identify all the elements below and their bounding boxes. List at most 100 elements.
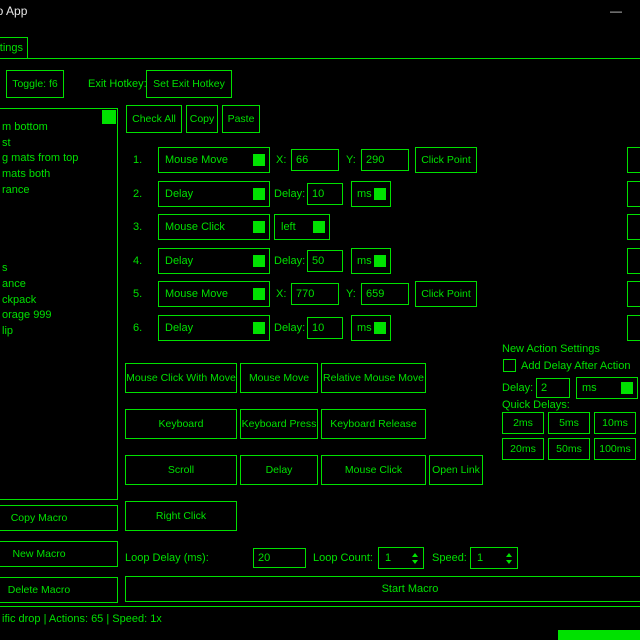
add-right-click-button[interactable]: Right Click	[125, 501, 237, 531]
macro-list-item[interactable]: orage 999	[2, 309, 52, 322]
macro-list-item[interactable]: ckpack	[2, 294, 36, 307]
delay-input[interactable]	[307, 317, 343, 339]
add-keyboard-button[interactable]: Keyboard	[125, 409, 237, 439]
dropdown-arrow-icon	[253, 154, 265, 166]
click-point-button[interactable]: Click Point	[415, 281, 477, 307]
add-keyboard-release-button[interactable]: Keyboard Release	[321, 409, 426, 439]
add-mouse-click-button[interactable]: Mouse Click	[321, 455, 426, 485]
tab-settings[interactable]: Settings	[0, 37, 28, 59]
add-keyboard-press-button[interactable]: Keyboard Press	[240, 409, 318, 439]
macro-list-item[interactable]: mats both	[2, 168, 50, 181]
quick-delay-20ms-button[interactable]: 20ms	[502, 438, 544, 460]
mouse-button-dropdown[interactable]: left	[274, 214, 330, 240]
quick-delays-label: Quick Delays:	[502, 399, 570, 412]
spinner-up-icon[interactable]	[412, 553, 418, 557]
y-input[interactable]	[361, 283, 409, 305]
macro-list-item[interactable]: m bottom	[2, 121, 48, 134]
action-type-dropdown[interactable]: Delay	[158, 315, 270, 341]
x-input[interactable]	[291, 283, 339, 305]
delay-input[interactable]	[307, 183, 343, 205]
scrollbar-thumb[interactable]	[102, 110, 116, 124]
delete-macro-button[interactable]: Delete Macro	[0, 577, 118, 603]
copy-macro-button[interactable]: Copy Macro	[0, 505, 118, 531]
remove-action-button[interactable]: Remove	[627, 181, 640, 207]
remove-action-button[interactable]: Remove	[627, 248, 640, 274]
x-label: X:	[276, 154, 286, 167]
add-delay-button[interactable]: Delay	[240, 455, 318, 485]
new-action-delay-label: Delay:	[502, 382, 533, 395]
spinner-up-icon[interactable]	[506, 553, 512, 557]
remove-action-button[interactable]: Remove	[627, 147, 640, 173]
action-type-dropdown[interactable]: Mouse Click	[158, 214, 270, 240]
action-type-dropdown[interactable]: Delay	[158, 248, 270, 274]
check-all-button[interactable]: Check All	[126, 105, 182, 133]
delay-unit-dropdown[interactable]: ms	[351, 181, 391, 207]
loop-count-label: Loop Count:	[313, 552, 373, 565]
delay-unit-dropdown[interactable]: ms	[351, 248, 391, 274]
macro-list-item[interactable]: s	[2, 262, 8, 275]
macro-list-item[interactable]: lip	[2, 325, 13, 338]
spinner-down-icon[interactable]	[506, 560, 512, 564]
delay-unit-value: ms	[357, 188, 372, 200]
speed-stepper[interactable]: 1	[470, 547, 518, 569]
spinner-arrows[interactable]	[409, 548, 421, 568]
speed-label: Speed:	[432, 552, 467, 565]
x-input[interactable]	[291, 149, 339, 171]
action-type-dropdown[interactable]: Delay	[158, 181, 270, 207]
remove-action-button[interactable]: Remove	[627, 315, 640, 341]
add-mouse-click-with-move-button[interactable]: Mouse Click With Move	[125, 363, 237, 393]
action-type-value: Delay	[165, 188, 193, 200]
new-action-delay-unit-dropdown[interactable]: ms	[576, 377, 638, 399]
macro-list-item[interactable]: ance	[2, 278, 26, 291]
action-type-dropdown[interactable]: Mouse Move	[158, 281, 270, 307]
add-delay-after-action-checkbox[interactable]	[503, 359, 516, 372]
paste-button[interactable]: Paste	[222, 105, 260, 133]
y-input[interactable]	[361, 149, 409, 171]
loop-count-value: 1	[385, 552, 391, 564]
delay-input[interactable]	[307, 250, 343, 272]
quick-delay-10ms-button[interactable]: 10ms	[594, 412, 636, 434]
action-number: 3.	[133, 221, 142, 234]
set-exit-hotkey-button[interactable]: Set Exit Hotkey	[146, 70, 232, 98]
action-number: 5.	[133, 288, 142, 301]
start-macro-button[interactable]: Start Macro	[125, 576, 640, 602]
quick-delay-50ms-button[interactable]: 50ms	[548, 438, 590, 460]
add-scroll-button[interactable]: Scroll	[125, 455, 237, 485]
macro-list-item[interactable]: rance	[2, 184, 30, 197]
dropdown-arrow-icon	[621, 382, 633, 394]
minimize-button[interactable]: —	[598, 0, 634, 22]
x-label: X:	[276, 288, 286, 301]
delay-unit-dropdown[interactable]: ms	[351, 315, 391, 341]
dropdown-arrow-icon	[253, 188, 265, 200]
toggle-hotkey-button[interactable]: Toggle: f6	[6, 70, 64, 98]
quick-delay-2ms-button[interactable]: 2ms	[502, 412, 544, 434]
spinner-down-icon[interactable]	[412, 560, 418, 564]
title-bar: Macro App —	[0, 0, 640, 22]
action-type-dropdown[interactable]: Mouse Move	[158, 147, 270, 173]
speed-value: 1	[477, 552, 483, 564]
add-relative-mouse-move-button[interactable]: Relative Mouse Move	[321, 363, 426, 393]
delay-label: Delay:	[274, 188, 305, 201]
loop-delay-input[interactable]	[253, 548, 306, 568]
macro-list-item[interactable]: g mats from top	[2, 152, 78, 165]
add-mouse-move-button[interactable]: Mouse Move	[240, 363, 318, 393]
macro-list-item[interactable]: st	[2, 137, 11, 150]
copy-button[interactable]: Copy	[186, 105, 218, 133]
remove-action-button[interactable]: Remove	[627, 281, 640, 307]
new-macro-button[interactable]: New Macro	[0, 541, 118, 567]
mouse-button-value: left	[281, 221, 296, 233]
status-bar-divider	[0, 606, 640, 607]
add-open-link-button[interactable]: Open Link	[429, 455, 483, 485]
action-number: 2.	[133, 188, 142, 201]
new-action-settings-title: New Action Settings	[502, 343, 600, 356]
quick-delay-5ms-button[interactable]: 5ms	[548, 412, 590, 434]
remove-action-button[interactable]: Remove	[627, 214, 640, 240]
loop-count-stepper[interactable]: 1	[378, 547, 424, 569]
dropdown-arrow-icon	[374, 322, 386, 334]
action-number: 4.	[133, 255, 142, 268]
delay-unit-value: ms	[357, 322, 372, 334]
new-action-delay-input[interactable]	[536, 378, 570, 398]
click-point-button[interactable]: Click Point	[415, 147, 477, 173]
quick-delay-100ms-button[interactable]: 100ms	[594, 438, 636, 460]
spinner-arrows[interactable]	[503, 548, 515, 568]
